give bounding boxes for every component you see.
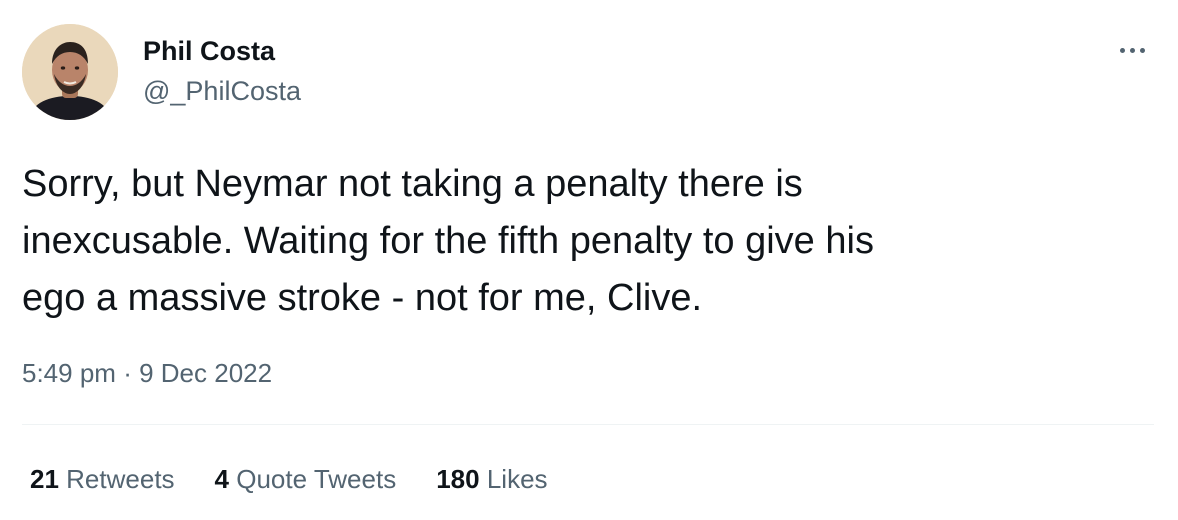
divider [22, 424, 1154, 425]
tweet-stats: 21 Retweets 4 Quote Tweets 180 Likes [30, 462, 588, 496]
tweet-text-line: Sorry, but Neymar not taking a penalty t… [22, 163, 803, 205]
tweet-timestamp: 5:49 pm · 9 Dec 2022 [22, 356, 272, 390]
retweets-stat[interactable]: 21 Retweets [30, 462, 175, 496]
retweets-count: 21 [30, 464, 59, 494]
likes-stat[interactable]: 180 Likes [436, 462, 547, 496]
tweet-text-line: ego a massive stroke - not for me, Clive… [22, 277, 703, 319]
author-handle[interactable]: @_PhilCosta [143, 74, 301, 108]
quote-tweets-stat[interactable]: 4 Quote Tweets [215, 462, 397, 496]
more-horizontal-icon [1119, 47, 1145, 53]
author-name[interactable]: Phil Costa [143, 34, 275, 68]
tweet-text: Sorry, but Neymar not taking a penalty t… [22, 156, 1142, 327]
timestamp-separator: · [123, 358, 132, 388]
tweet-card: Phil Costa @_PhilCosta Sorry, but Neymar… [0, 0, 1178, 520]
avatar-image [22, 24, 118, 120]
likes-label: Likes [486, 464, 548, 494]
tweet-text-line: inexcusable. Waiting for the fifth penal… [22, 220, 874, 262]
tweet-time[interactable]: 5:49 pm [22, 358, 116, 388]
more-options-button[interactable] [1110, 28, 1154, 72]
retweets-label: Retweets [66, 464, 175, 494]
quote-tweets-label: Quote Tweets [236, 464, 397, 494]
avatar[interactable] [22, 24, 118, 120]
tweet-date[interactable]: 9 Dec 2022 [139, 358, 272, 388]
quote-tweets-count: 4 [214, 464, 230, 494]
likes-count: 180 [436, 464, 480, 494]
